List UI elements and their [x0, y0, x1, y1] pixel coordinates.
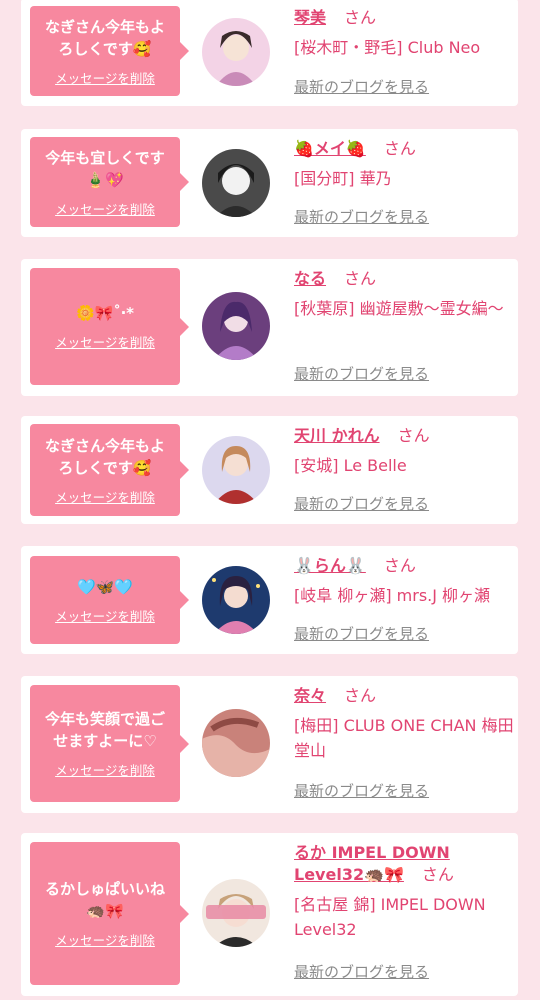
cast-name-link[interactable]: 琴美 [294, 8, 326, 27]
delete-message-link[interactable]: メッセージを削除 [55, 930, 155, 949]
message-card: 🌼🎀˚‧* メッセージを削除 なる さん [秋葉原] 幽遊屋敷〜霊女編〜 最新のブ… [21, 259, 518, 396]
shop-label: [岐阜 柳ヶ瀬] mrs.J 柳ヶ瀬 [294, 586, 491, 605]
cast-info: 🍓メイ🍓 さん [国分町] 華乃 [294, 138, 514, 191]
message-text: 🌼🎀˚‧* [76, 304, 134, 322]
honorific: さん [383, 139, 416, 158]
message-text: るかしゅぱいいね🦔🎀 [44, 880, 165, 920]
honorific: さん [421, 865, 454, 884]
delete-message-link[interactable]: メッセージを削除 [55, 760, 155, 779]
avatar[interactable] [202, 709, 270, 777]
honorific: さん [383, 556, 416, 575]
message-bubble: 今年も笑顔で過ごせますよーに♡ メッセージを削除 [30, 685, 189, 802]
message-text: なぎさん今年もよろしくです🥰 [44, 436, 165, 477]
message-card: なぎさん今年もよろしくです🥰 メッセージを削除 天川 かれん さん [安城] Le… [21, 416, 518, 524]
cast-info: 奈々 さん [梅田] CLUB ONE CHAN 梅田堂山 [294, 685, 514, 763]
delete-message-link[interactable]: メッセージを削除 [55, 68, 155, 87]
message-card: なぎさん今年もよろしくです🥰 メッセージを削除 琴美 さん [桜木町・野毛] Cl… [21, 0, 518, 106]
cast-name-link[interactable]: 天川 かれん [294, 426, 380, 445]
message-list: なぎさん今年もよろしくです🥰 メッセージを削除 琴美 さん [桜木町・野毛] Cl… [0, 0, 540, 1000]
latest-blog-link[interactable]: 最新のブログを見る [294, 206, 429, 227]
cast-name-link[interactable]: 🐰らん🐰 [294, 556, 366, 575]
latest-blog-link[interactable]: 最新のブログを見る [294, 780, 429, 801]
delete-message-link[interactable]: メッセージを削除 [55, 332, 155, 351]
cast-info: なる さん [秋葉原] 幽遊屋敷〜霊女編〜 [294, 268, 514, 321]
shop-label: [梅田] CLUB ONE CHAN 梅田堂山 [294, 716, 514, 760]
avatar[interactable] [202, 436, 270, 504]
honorific: さん [344, 269, 377, 288]
latest-blog-link[interactable]: 最新のブログを見る [294, 493, 429, 514]
message-text: 今年も笑顔で過ごせますよーに♡ [44, 710, 165, 750]
message-card: 今年も宜しくです🎍💖 メッセージを削除 🍓メイ🍓 さん [国分町] 華乃 最新のブ… [21, 129, 518, 237]
message-card: 🩵🦋🩵 メッセージを削除 🐰らん🐰 さん [岐阜 柳ヶ瀬] mrs.J 柳ヶ瀬 最… [21, 546, 518, 654]
avatar[interactable] [202, 879, 270, 947]
honorific: さん [344, 686, 377, 705]
honorific: さん [344, 8, 377, 27]
shop-label: [秋葉原] 幽遊屋敷〜霊女編〜 [294, 299, 504, 318]
cast-name-link[interactable]: 奈々 [294, 686, 326, 705]
latest-blog-link[interactable]: 最新のブログを見る [294, 76, 429, 97]
avatar[interactable] [202, 18, 270, 86]
message-text: 今年も宜しくです🎍💖 [45, 148, 165, 189]
message-bubble: なぎさん今年もよろしくです🥰 メッセージを削除 [30, 424, 189, 516]
cast-info: 🐰らん🐰 さん [岐阜 柳ヶ瀬] mrs.J 柳ヶ瀬 [294, 555, 514, 608]
message-text: 🩵🦋🩵 [76, 577, 134, 596]
delete-message-link[interactable]: メッセージを削除 [55, 487, 155, 506]
delete-message-link[interactable]: メッセージを削除 [55, 606, 155, 625]
delete-message-link[interactable]: メッセージを削除 [55, 199, 155, 218]
avatar[interactable] [202, 292, 270, 360]
message-card: 今年も笑顔で過ごせますよーに♡ メッセージを削除 奈々 さん [梅田] CLUB … [21, 676, 518, 813]
message-bubble: 🩵🦋🩵 メッセージを削除 [30, 556, 189, 644]
honorific: さん [397, 426, 430, 445]
cast-info: 天川 かれん さん [安城] Le Belle [294, 425, 514, 478]
latest-blog-link[interactable]: 最新のブログを見る [294, 623, 429, 644]
latest-blog-link[interactable]: 最新のブログを見る [294, 363, 429, 384]
cast-info: るか IMPEL DOWN Level32🦔🎀 さん [名古屋 錦] IMPEL … [294, 842, 514, 942]
avatar[interactable] [202, 149, 270, 217]
cast-name-link[interactable]: なる [294, 269, 326, 288]
message-bubble: 🌼🎀˚‧* メッセージを削除 [30, 268, 189, 385]
shop-label: [国分町] 華乃 [294, 169, 392, 188]
message-bubble: なぎさん今年もよろしくです🥰 メッセージを削除 [30, 6, 189, 96]
message-text: なぎさん今年もよろしくです🥰 [44, 17, 165, 58]
message-bubble: 今年も宜しくです🎍💖 メッセージを削除 [30, 137, 189, 227]
message-bubble: るかしゅぱいいね🦔🎀 メッセージを削除 [30, 842, 189, 985]
latest-blog-link[interactable]: 最新のブログを見る [294, 961, 429, 982]
shop-label: [名古屋 錦] IMPEL DOWN Level32 [294, 895, 486, 939]
avatar[interactable] [202, 566, 270, 634]
cast-name-link[interactable]: 🍓メイ🍓 [294, 139, 366, 158]
shop-label: [桜木町・野毛] Club Neo [294, 38, 481, 57]
shop-label: [安城] Le Belle [294, 456, 407, 475]
message-card: るかしゅぱいいね🦔🎀 メッセージを削除 るか IMPEL DOWN Level3… [21, 833, 518, 996]
cast-info: 琴美 さん [桜木町・野毛] Club Neo [294, 7, 514, 60]
